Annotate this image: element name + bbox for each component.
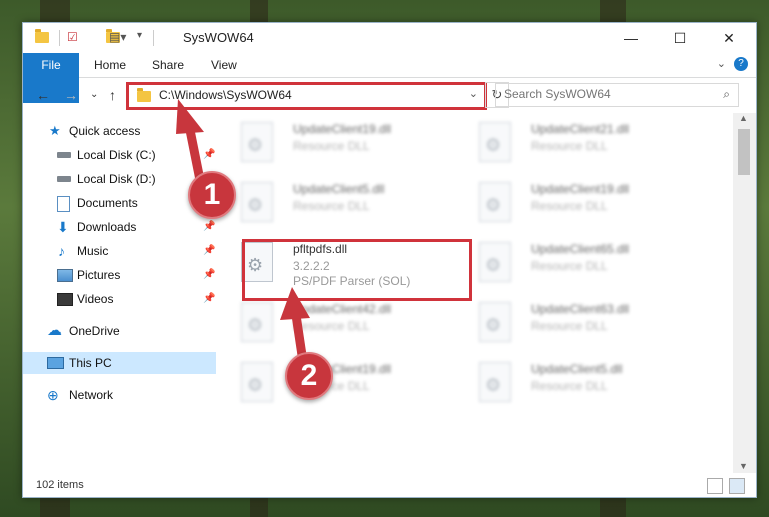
arrow-one <box>185 129 205 181</box>
callout-badge-one: 1 <box>188 171 236 219</box>
annotation-arrows <box>176 99 310 363</box>
arrow-two-head <box>280 287 310 320</box>
arrow-one-head <box>176 99 204 134</box>
callout-badge-two: 2 <box>285 352 333 400</box>
